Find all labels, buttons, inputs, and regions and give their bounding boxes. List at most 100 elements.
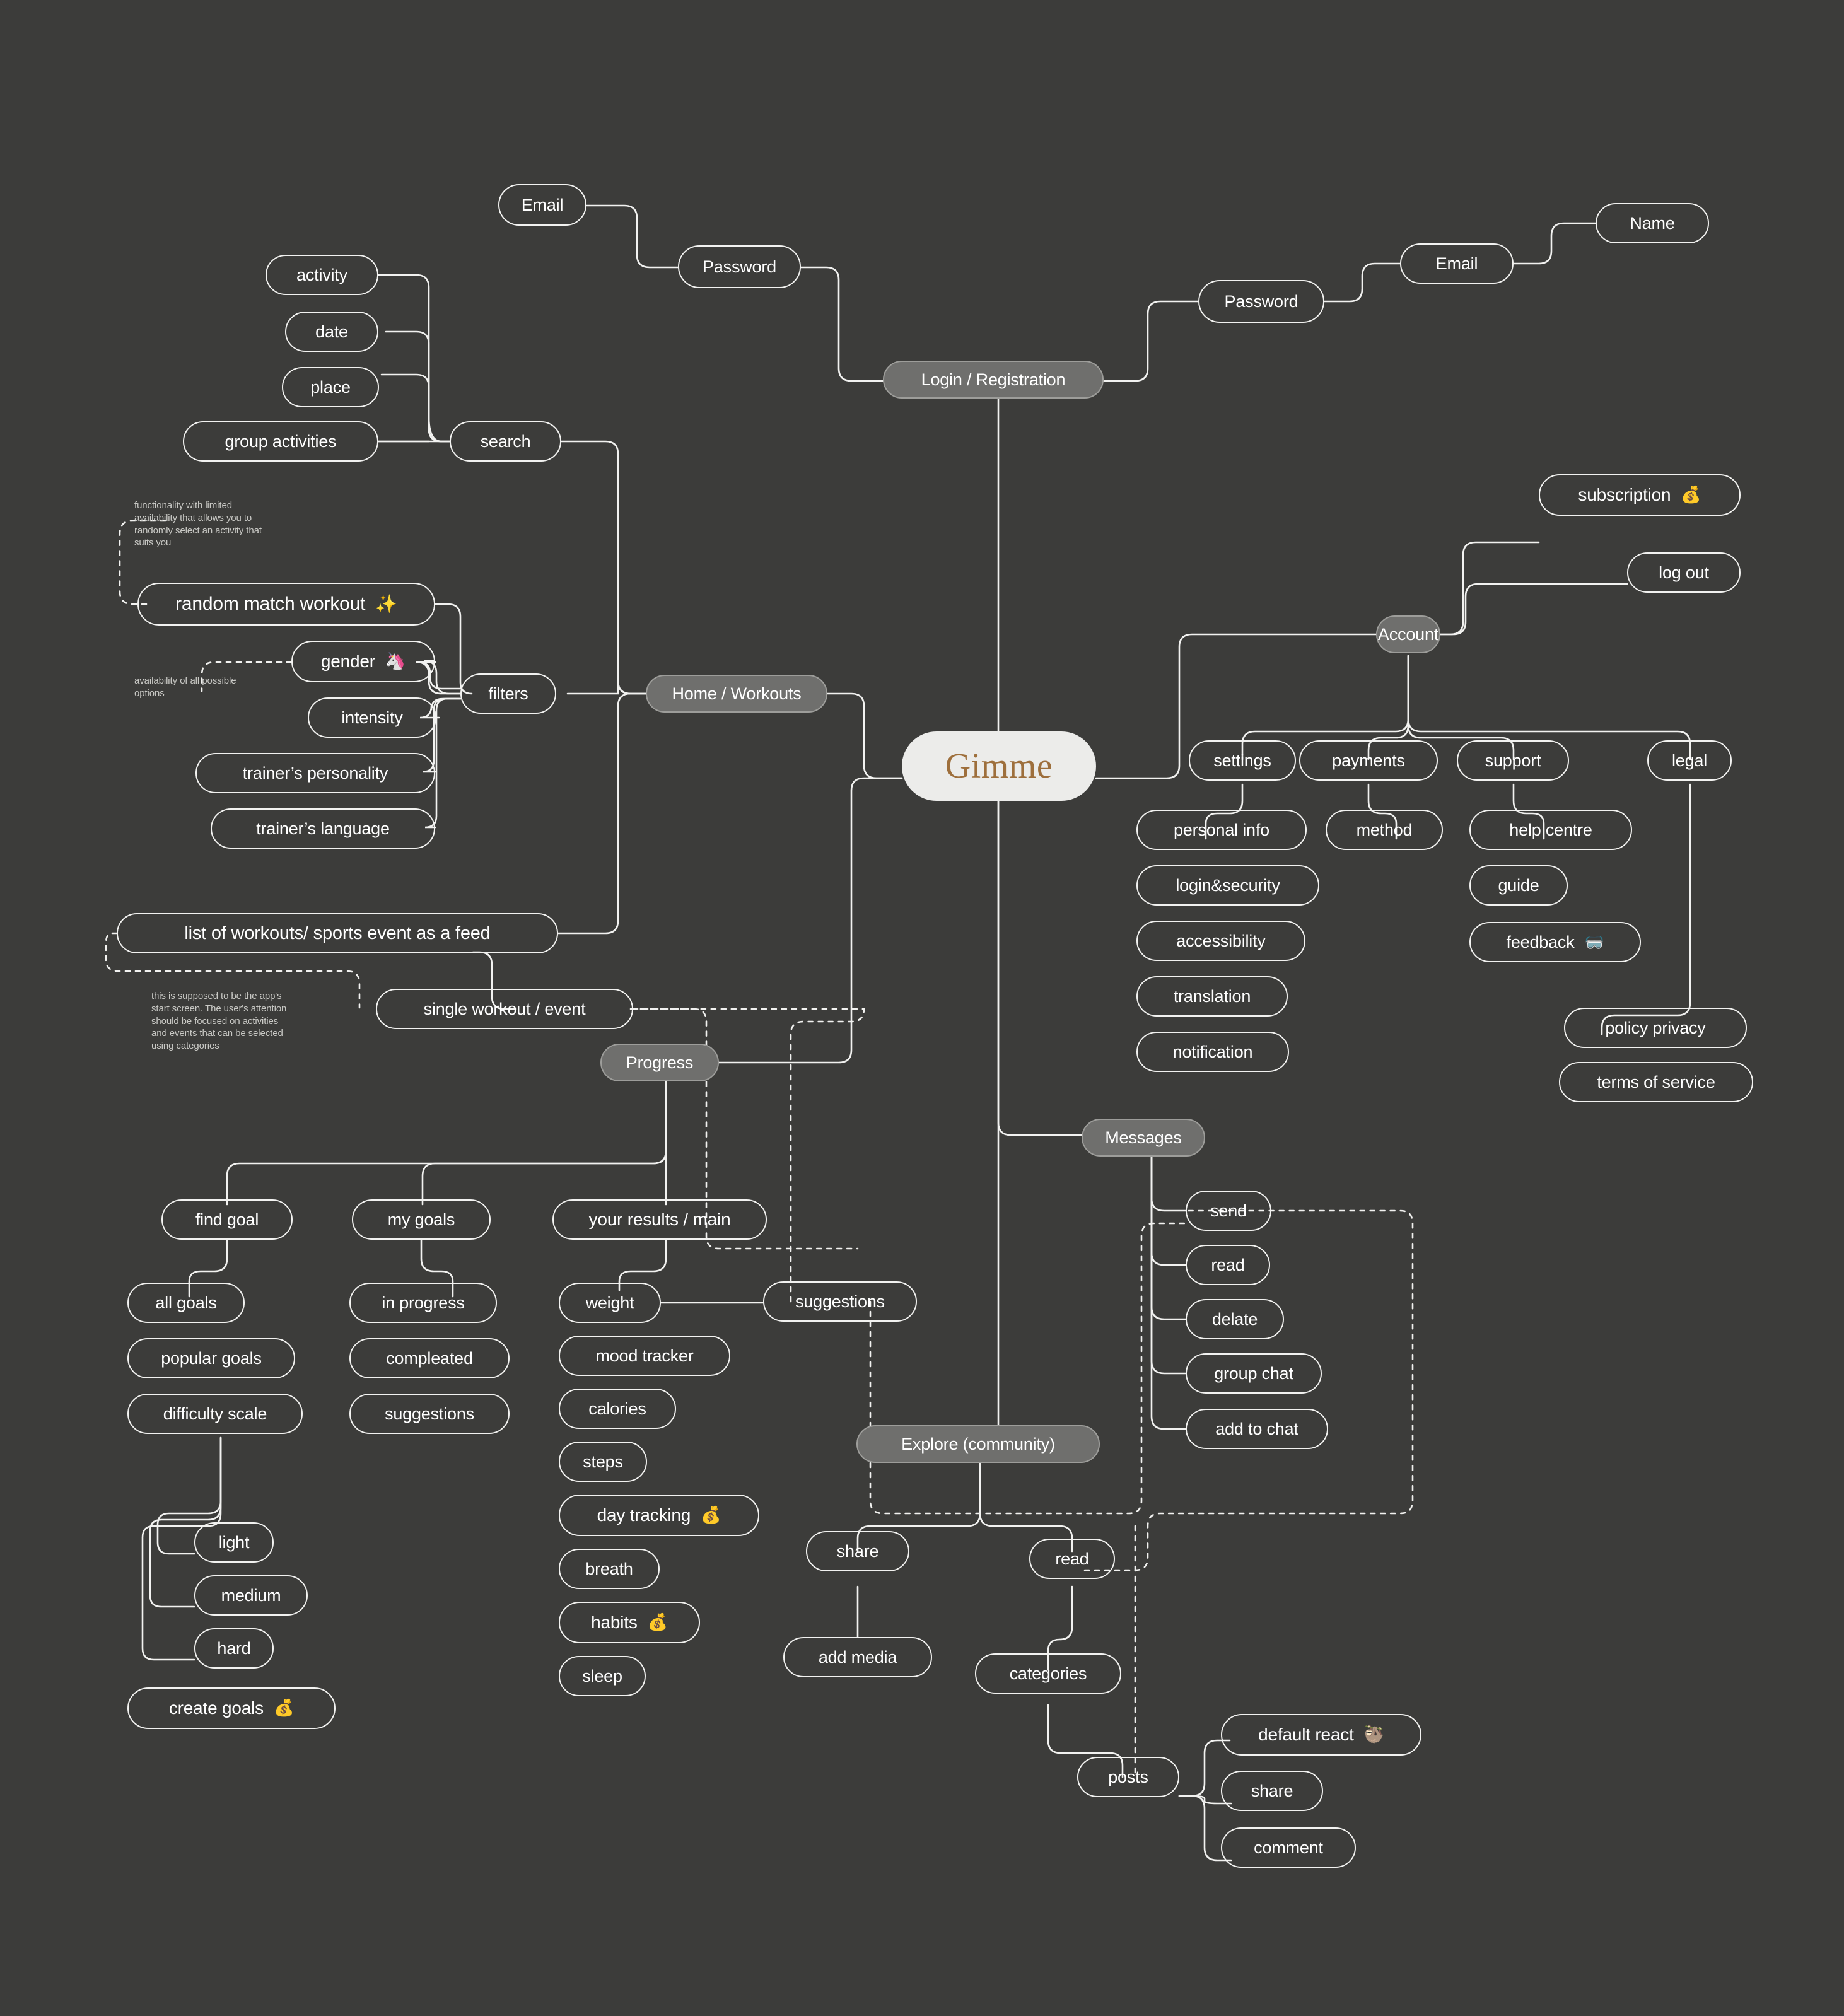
node-result-calories[interactable]: calories <box>559 1389 676 1429</box>
root-node-gimme[interactable]: Gimme <box>902 731 1096 801</box>
node-payments-method[interactable]: method <box>1326 810 1443 850</box>
node-settings-notification[interactable]: notification <box>1136 1032 1289 1072</box>
node-search-date[interactable]: date <box>285 312 378 352</box>
node-support-help-centre[interactable]: help centre <box>1469 810 1632 850</box>
unicorn-icon: 🦄 <box>385 652 406 671</box>
node-settings[interactable]: settings <box>1189 740 1296 781</box>
node-message-group-chat[interactable]: group chat <box>1186 1353 1322 1394</box>
node-message-delate[interactable]: delate <box>1186 1299 1284 1339</box>
node-log-out[interactable]: log out <box>1627 552 1741 593</box>
node-difficulty-medium[interactable]: medium <box>194 1575 308 1616</box>
node-log-out-label: log out <box>1659 562 1709 582</box>
node-settings-accessibility[interactable]: accessibility <box>1136 921 1305 961</box>
node-post-default-react[interactable]: default react 🦥 <box>1221 1714 1421 1756</box>
node-support[interactable]: support <box>1457 740 1569 781</box>
node-search-label: search <box>480 431 531 451</box>
node-message-send[interactable]: send <box>1186 1191 1271 1231</box>
node-compleated[interactable]: compleated <box>349 1338 510 1378</box>
node-settings-label: settings <box>1213 750 1271 770</box>
node-message-read[interactable]: read <box>1186 1245 1270 1285</box>
node-difficulty-light[interactable]: light <box>194 1522 274 1563</box>
edge-account-logout <box>1439 583 1628 636</box>
section-account[interactable]: Account <box>1376 615 1440 653</box>
node-subscription-label: subscription <box>1578 485 1671 504</box>
node-create-goals[interactable]: create goals 💰 <box>127 1687 336 1729</box>
node-legal-policy-privacy-label: policy privacy <box>1605 1018 1706 1037</box>
node-popular-goals[interactable]: popular goals <box>127 1338 295 1378</box>
node-result-breath[interactable]: breath <box>559 1549 660 1589</box>
node-filters[interactable]: filters <box>460 673 556 714</box>
node-result-habits[interactable]: habits 💰 <box>559 1602 700 1643</box>
node-filter-intensity[interactable]: intensity <box>308 697 436 738</box>
node-result-mood-tracker[interactable]: mood tracker <box>559 1336 730 1376</box>
edge-messages-read <box>1150 1155 1187 1266</box>
node-in-progress-label: in progress <box>382 1293 465 1312</box>
node-goal-suggestions[interactable]: suggestions <box>349 1394 510 1434</box>
section-messages[interactable]: Messages <box>1082 1119 1205 1157</box>
node-filter-trainer-language[interactable]: trainer’s language <box>211 808 435 849</box>
node-legal-terms-of-service[interactable]: terms of service <box>1559 1062 1753 1102</box>
node-random-match-workout[interactable]: random match workout ✨ <box>137 583 435 626</box>
node-explore-posts[interactable]: posts <box>1077 1757 1179 1797</box>
node-result-steps[interactable]: steps <box>559 1442 647 1482</box>
node-all-goals[interactable]: all goals <box>127 1283 245 1323</box>
node-popular-goals-label: popular goals <box>161 1348 262 1368</box>
node-reg-password[interactable]: Password <box>1198 280 1324 323</box>
node-explore-read-label: read <box>1055 1549 1089 1568</box>
node-search-group-activities[interactable]: group activities <box>183 421 378 462</box>
goggles-icon: 🥽 <box>1584 933 1604 952</box>
node-result-sleep[interactable]: sleep <box>559 1656 646 1696</box>
node-single-workout-event[interactable]: single workout / event <box>376 989 633 1029</box>
money-bag-icon: 💰 <box>647 1613 668 1632</box>
node-filters-label: filters <box>488 684 528 703</box>
node-reg-email[interactable]: Email <box>1400 243 1514 284</box>
node-search-activity[interactable]: activity <box>266 255 378 295</box>
node-message-group-chat-label: group chat <box>1214 1363 1293 1383</box>
node-search-place[interactable]: place <box>282 367 379 407</box>
node-reg-name[interactable]: Name <box>1596 203 1709 243</box>
node-difficulty-hard[interactable]: hard <box>194 1628 274 1669</box>
section-home-workouts[interactable]: Home / Workouts <box>646 675 827 713</box>
node-settings-translation[interactable]: translation <box>1136 976 1288 1017</box>
node-settings-login-security[interactable]: login&security <box>1136 865 1319 906</box>
section-progress[interactable]: Progress <box>600 1044 719 1081</box>
node-find-goal-label: find goal <box>195 1209 259 1229</box>
node-result-weight[interactable]: weight <box>559 1283 661 1323</box>
node-legal-policy-privacy[interactable]: policy privacy <box>1564 1008 1747 1048</box>
section-login-registration[interactable]: Login / Registration <box>883 361 1104 399</box>
node-explore-add-media[interactable]: add media <box>783 1637 932 1677</box>
node-legal-terms-of-service-label: terms of service <box>1597 1072 1715 1092</box>
node-settings-personal-info[interactable]: personal info <box>1136 810 1307 850</box>
node-your-results-main-label: your results / main <box>588 1209 731 1229</box>
node-support-guide[interactable]: guide <box>1469 865 1568 906</box>
node-results-suggestions[interactable]: suggestions <box>763 1281 917 1322</box>
edge-search-place <box>380 373 451 443</box>
node-in-progress[interactable]: in progress <box>349 1283 497 1323</box>
node-filter-trainer-personality[interactable]: trainer’s personality <box>195 753 435 793</box>
node-payments[interactable]: payments <box>1299 740 1438 781</box>
node-feed-list[interactable]: list of workouts/ sports event as a feed <box>117 913 558 953</box>
node-feed-list-label: list of workouts/ sports event as a feed <box>184 923 491 943</box>
section-explore-community[interactable]: Explore (community) <box>856 1425 1100 1463</box>
node-post-share[interactable]: share <box>1221 1771 1323 1811</box>
node-your-results-main[interactable]: your results / main <box>552 1199 767 1240</box>
edge-email2-name <box>1512 222 1597 265</box>
node-explore-share[interactable]: share <box>806 1531 909 1571</box>
node-legal[interactable]: legal <box>1647 740 1732 781</box>
node-find-goal[interactable]: find goal <box>161 1199 293 1240</box>
node-explore-read[interactable]: read <box>1029 1539 1115 1579</box>
node-my-goals[interactable]: my goals <box>352 1199 491 1240</box>
node-subscription[interactable]: subscription 💰 <box>1539 474 1741 516</box>
node-message-add-to-chat[interactable]: add to chat <box>1186 1409 1328 1449</box>
node-result-day-tracking[interactable]: day tracking 💰 <box>559 1495 759 1536</box>
node-post-comment[interactable]: comment <box>1221 1827 1356 1868</box>
root-label: Gimme <box>945 747 1053 786</box>
node-support-feedback[interactable]: feedback 🥽 <box>1469 922 1641 962</box>
node-login-password[interactable]: Password <box>678 245 801 288</box>
node-login-email[interactable]: Email <box>498 184 586 226</box>
node-difficulty-scale[interactable]: difficulty scale <box>127 1394 303 1434</box>
node-explore-categories[interactable]: categories <box>975 1653 1121 1694</box>
node-search[interactable]: search <box>450 421 561 462</box>
node-result-mood-tracker-label: mood tracker <box>595 1346 694 1365</box>
edge-password2-email2 <box>1323 262 1401 303</box>
